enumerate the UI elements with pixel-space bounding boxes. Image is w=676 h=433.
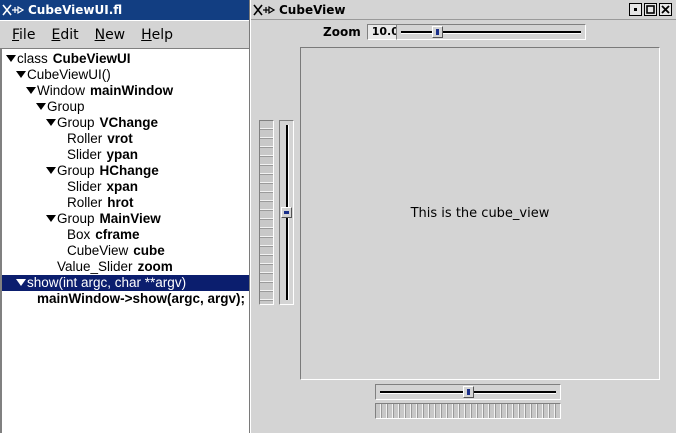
cube-frame: This is the cube_view	[300, 47, 660, 380]
tree-item-type: Slider	[67, 179, 102, 194]
expand-triangle-icon[interactable]	[26, 87, 36, 94]
expand-triangle-icon[interactable]	[16, 279, 26, 286]
tree-item-type: Window	[37, 83, 86, 98]
zoom-control: Zoom 10.0	[323, 24, 401, 40]
tree-item-name: HChange	[99, 163, 159, 178]
tree-item-type: class	[17, 51, 48, 66]
tree-item-name: vrot	[107, 131, 133, 146]
tree-item-name: CubeViewUI	[52, 51, 131, 66]
window-menu-icon[interactable]	[251, 0, 277, 19]
tree-item-type: Group	[57, 115, 95, 130]
tree-item[interactable]: Group VChange	[2, 115, 158, 131]
tree-item[interactable]: Roller hrot	[2, 195, 134, 211]
tree-item[interactable]: Roller vrot	[2, 131, 133, 147]
tree-item[interactable]: Group HChange	[2, 163, 159, 179]
xpan-slider-knob[interactable]	[463, 386, 474, 398]
tree-item[interactable]: show(int argc, char **argv)	[2, 275, 249, 291]
zoom-slider[interactable]	[396, 24, 586, 40]
tree-item[interactable]: Group MainView	[2, 211, 161, 227]
expand-triangle-icon[interactable]	[6, 55, 16, 62]
tree-item-type: Group	[57, 211, 95, 226]
zoom-slider-knob[interactable]	[432, 26, 443, 38]
expand-triangle-icon[interactable]	[46, 167, 56, 174]
fluid-window: CubeViewUI.fl File Edit New Help class Cu…	[0, 0, 250, 433]
expand-triangle-icon[interactable]	[46, 119, 56, 126]
minimize-icon	[634, 8, 637, 11]
tree-item-name: mainWindow	[90, 83, 174, 98]
tree-item-type: Slider	[67, 147, 102, 162]
minimize-button[interactable]	[629, 3, 642, 16]
tree-item-type: Roller	[67, 195, 103, 210]
cube-view-label: This is the cube_view	[410, 206, 550, 221]
maximize-button[interactable]	[644, 3, 657, 16]
expand-triangle-icon[interactable]	[16, 71, 26, 78]
widget-tree[interactable]: class CubeViewUI CubeViewUI() Window mainWin…	[0, 49, 249, 433]
menubar: File Edit New Help	[0, 20, 249, 49]
tree-item-name: MainView	[99, 211, 161, 226]
tree-item-name: VChange	[99, 115, 159, 130]
tree-item-name: xpan	[106, 179, 139, 194]
tree-item-name: zoom	[137, 259, 173, 274]
tree-item[interactable]: Box cframe	[2, 227, 140, 243]
tree-item-type: Group	[57, 163, 95, 178]
hrot-roller[interactable]	[375, 403, 561, 419]
menu-edit[interactable]: Edit	[43, 27, 86, 43]
zoom-label: Zoom	[323, 25, 361, 39]
menu-new[interactable]: New	[87, 27, 134, 43]
tree-item[interactable]: class CubeViewUI	[2, 51, 131, 67]
tree-item[interactable]: Group	[2, 99, 85, 115]
tree-item[interactable]: Slider xpan	[2, 179, 138, 195]
window-title: CubeView	[279, 2, 346, 17]
tree-item-type: Box	[67, 227, 91, 242]
cubeview-titlebar[interactable]: CubeView	[251, 0, 676, 20]
tree-item-name: ypan	[106, 147, 139, 162]
tree-item[interactable]: Slider ypan	[2, 147, 138, 163]
tree-item[interactable]: Value_Slider zoom	[2, 259, 173, 275]
tree-item-type: show(int argc, char **argv)	[27, 275, 187, 290]
window-title: CubeViewUI.fl	[28, 3, 123, 17]
menu-help[interactable]: Help	[133, 27, 181, 43]
tree-item-type: CubeView	[67, 243, 129, 258]
close-button[interactable]	[659, 3, 672, 16]
cubeview-window: CubeView Zoom 10.0 This is the cube_view	[250, 0, 676, 433]
tree-item-type: CubeViewUI()	[27, 67, 111, 82]
xpan-slider[interactable]	[375, 384, 561, 400]
tree-item-name: cframe	[95, 227, 140, 242]
tree-item-type: Roller	[67, 131, 103, 146]
close-icon	[661, 5, 670, 14]
tree-item-name: hrot	[107, 195, 134, 210]
expand-triangle-icon[interactable]	[36, 103, 46, 110]
ypan-slider[interactable]	[279, 120, 294, 305]
tree-item-type: Group	[47, 99, 85, 114]
tree-item[interactable]: Window mainWindow	[2, 83, 173, 99]
tree-item[interactable]: CubeViewUI()	[2, 67, 111, 83]
window-menu-icon[interactable]	[0, 0, 26, 20]
expand-triangle-icon[interactable]	[46, 215, 56, 222]
fluid-titlebar[interactable]: CubeViewUI.fl	[0, 0, 249, 20]
vrot-roller[interactable]	[259, 120, 274, 305]
tree-item-name: mainWindow->show(argc, argv);	[37, 291, 246, 306]
tree-item-name: cube	[133, 243, 165, 258]
tree-item-type: Value_Slider	[57, 259, 133, 274]
ypan-slider-knob[interactable]	[281, 207, 292, 218]
tree-item[interactable]: mainWindow->show(argc, argv);	[2, 291, 245, 307]
maximize-icon	[646, 5, 655, 14]
tree-item[interactable]: CubeView cube	[2, 243, 165, 259]
menu-file[interactable]: File	[4, 27, 43, 43]
